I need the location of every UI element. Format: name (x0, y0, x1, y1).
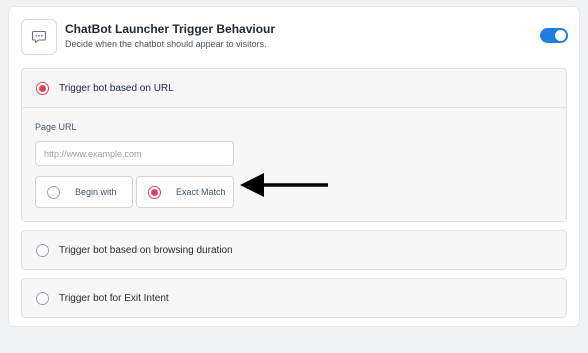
begin-with-button[interactable]: Begin with (35, 176, 133, 208)
option-url-header[interactable]: Trigger bot based on URL (22, 69, 566, 107)
card-subtitle: Decide when the chatbot should appear to… (65, 39, 267, 49)
radio-exact-match[interactable] (148, 185, 161, 199)
page-url-input[interactable] (35, 141, 234, 166)
radio-browsing-duration[interactable] (36, 243, 49, 257)
option-exit-intent: Trigger bot for Exit Intent (21, 278, 567, 318)
card-title: ChatBot Launcher Trigger Behaviour (65, 22, 276, 36)
option-exit-intent-label: Trigger bot for Exit Intent (59, 292, 169, 304)
begin-with-label: Begin with (75, 187, 117, 197)
radio-url[interactable] (36, 81, 49, 95)
arrow-left-icon (240, 173, 328, 197)
option-browsing-duration-header[interactable]: Trigger bot based on browsing duration (22, 231, 566, 269)
card-header: ChatBot Launcher Trigger Behaviour Decid… (9, 7, 579, 61)
radio-begin-with[interactable] (47, 185, 60, 199)
option-url-label: Trigger bot based on URL (59, 82, 174, 94)
exact-match-button[interactable]: Exact Match (136, 176, 234, 208)
enable-toggle[interactable] (540, 28, 568, 43)
exact-match-label: Exact Match (176, 187, 226, 197)
radio-exit-intent[interactable] (36, 291, 49, 305)
toggle-knob (555, 30, 566, 41)
option-url-body: Page URL Begin with Exact Match (22, 107, 566, 221)
chat-bubble-icon (21, 19, 57, 55)
option-exit-intent-header[interactable]: Trigger bot for Exit Intent (22, 279, 566, 317)
option-browsing-duration-label: Trigger bot based on browsing duration (59, 244, 233, 256)
option-browsing-duration: Trigger bot based on browsing duration (21, 230, 567, 270)
page-url-label: Page URL (35, 122, 77, 132)
chatbot-trigger-card: ChatBot Launcher Trigger Behaviour Decid… (8, 6, 580, 327)
